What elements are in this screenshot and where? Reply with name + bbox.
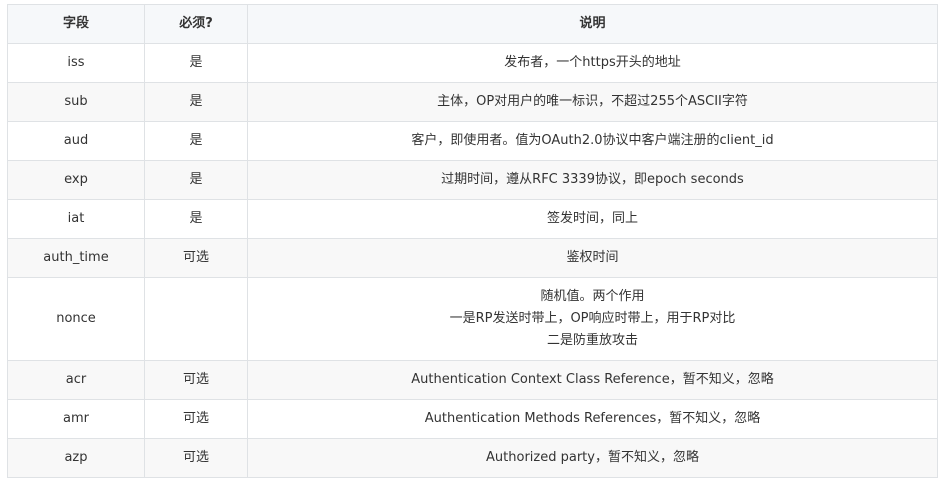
cell-description: 过期时间，遵从RFC 3339协议，即epoch seconds bbox=[247, 160, 938, 200]
table-row: sub 是 主体，OP对用户的唯一标识，不超过255个ASCII字符 bbox=[7, 82, 938, 122]
cell-field: acr bbox=[7, 360, 145, 400]
cell-description: Authentication Methods References，暂不知义，忽… bbox=[247, 399, 938, 439]
claims-table-container: 字段 必须? 说明 iss 是 发布者，一个https开头的地址 sub 是 主… bbox=[7, 4, 938, 478]
table-row: iat 是 签发时间，同上 bbox=[7, 199, 938, 239]
header-required: 必须? bbox=[144, 4, 248, 44]
header-field: 字段 bbox=[7, 4, 145, 44]
cell-field: aud bbox=[7, 121, 145, 161]
table-header-row: 字段 必须? 说明 bbox=[7, 4, 938, 44]
cell-field: sub bbox=[7, 82, 145, 122]
description-line: Authentication Context Class Reference，暂… bbox=[411, 372, 774, 387]
description-line: 客户，即使用者。值为OAuth2.0协议中客户端注册的client_id bbox=[411, 133, 774, 148]
cell-description: Authorized party，暂不知义，忽略 bbox=[247, 438, 938, 478]
description-line: 发布者，一个https开头的地址 bbox=[504, 55, 681, 70]
description-line: Authorized party，暂不知义，忽略 bbox=[486, 450, 699, 465]
table-row: aud 是 客户，即使用者。值为OAuth2.0协议中客户端注册的client_… bbox=[7, 121, 938, 161]
table-row: exp 是 过期时间，遵从RFC 3339协议，即epoch seconds bbox=[7, 160, 938, 200]
cell-required: 可选 bbox=[144, 360, 248, 400]
description-line: 过期时间，遵从RFC 3339协议，即epoch seconds bbox=[441, 172, 744, 187]
table-row: azp 可选 Authorized party，暂不知义，忽略 bbox=[7, 438, 938, 478]
table-row: amr 可选 Authentication Methods References… bbox=[7, 399, 938, 439]
cell-required: 可选 bbox=[144, 438, 248, 478]
cell-required bbox=[144, 277, 248, 361]
cell-description: 发布者，一个https开头的地址 bbox=[247, 43, 938, 83]
cell-required: 是 bbox=[144, 160, 248, 200]
description-line: Authentication Methods References，暂不知义，忽… bbox=[424, 411, 761, 426]
cell-required: 是 bbox=[144, 82, 248, 122]
description-line: 二是防重放攻击 bbox=[546, 333, 638, 348]
cell-required: 是 bbox=[144, 121, 248, 161]
cell-field: iat bbox=[7, 199, 145, 239]
cell-description: 签发时间，同上 bbox=[247, 199, 938, 239]
table-row: acr 可选 Authentication Context Class Refe… bbox=[7, 360, 938, 400]
cell-field: nonce bbox=[7, 277, 145, 361]
cell-field: amr bbox=[7, 399, 145, 439]
description-line: 随机值。两个作用 bbox=[540, 289, 645, 304]
description-line: 签发时间，同上 bbox=[546, 211, 638, 226]
cell-field: exp bbox=[7, 160, 145, 200]
claims-table: 字段 必须? 说明 iss 是 发布者，一个https开头的地址 sub 是 主… bbox=[7, 4, 938, 478]
cell-description: 随机值。两个作用 一是RP发送时带上，OP响应时带上，用于RP对比 二是防重放攻… bbox=[247, 277, 938, 361]
cell-field: iss bbox=[7, 43, 145, 83]
cell-required: 可选 bbox=[144, 399, 248, 439]
table-row: iss 是 发布者，一个https开头的地址 bbox=[7, 43, 938, 83]
description-line: 一是RP发送时带上，OP响应时带上，用于RP对比 bbox=[449, 311, 736, 326]
table-row: auth_time 可选 鉴权时间 bbox=[7, 238, 938, 278]
cell-description: Authentication Context Class Reference，暂… bbox=[247, 360, 938, 400]
cell-required: 可选 bbox=[144, 238, 248, 278]
cell-description: 鉴权时间 bbox=[247, 238, 938, 278]
cell-required: 是 bbox=[144, 199, 248, 239]
cell-field: azp bbox=[7, 438, 145, 478]
description-line: 鉴权时间 bbox=[566, 250, 619, 265]
cell-field: auth_time bbox=[7, 238, 145, 278]
cell-required: 是 bbox=[144, 43, 248, 83]
cell-description: 客户，即使用者。值为OAuth2.0协议中客户端注册的client_id bbox=[247, 121, 938, 161]
table-row: nonce 随机值。两个作用 一是RP发送时带上，OP响应时带上，用于RP对比 … bbox=[7, 277, 938, 361]
description-line: 主体，OP对用户的唯一标识，不超过255个ASCII字符 bbox=[437, 94, 748, 109]
cell-description: 主体，OP对用户的唯一标识，不超过255个ASCII字符 bbox=[247, 82, 938, 122]
header-description: 说明 bbox=[247, 4, 938, 44]
